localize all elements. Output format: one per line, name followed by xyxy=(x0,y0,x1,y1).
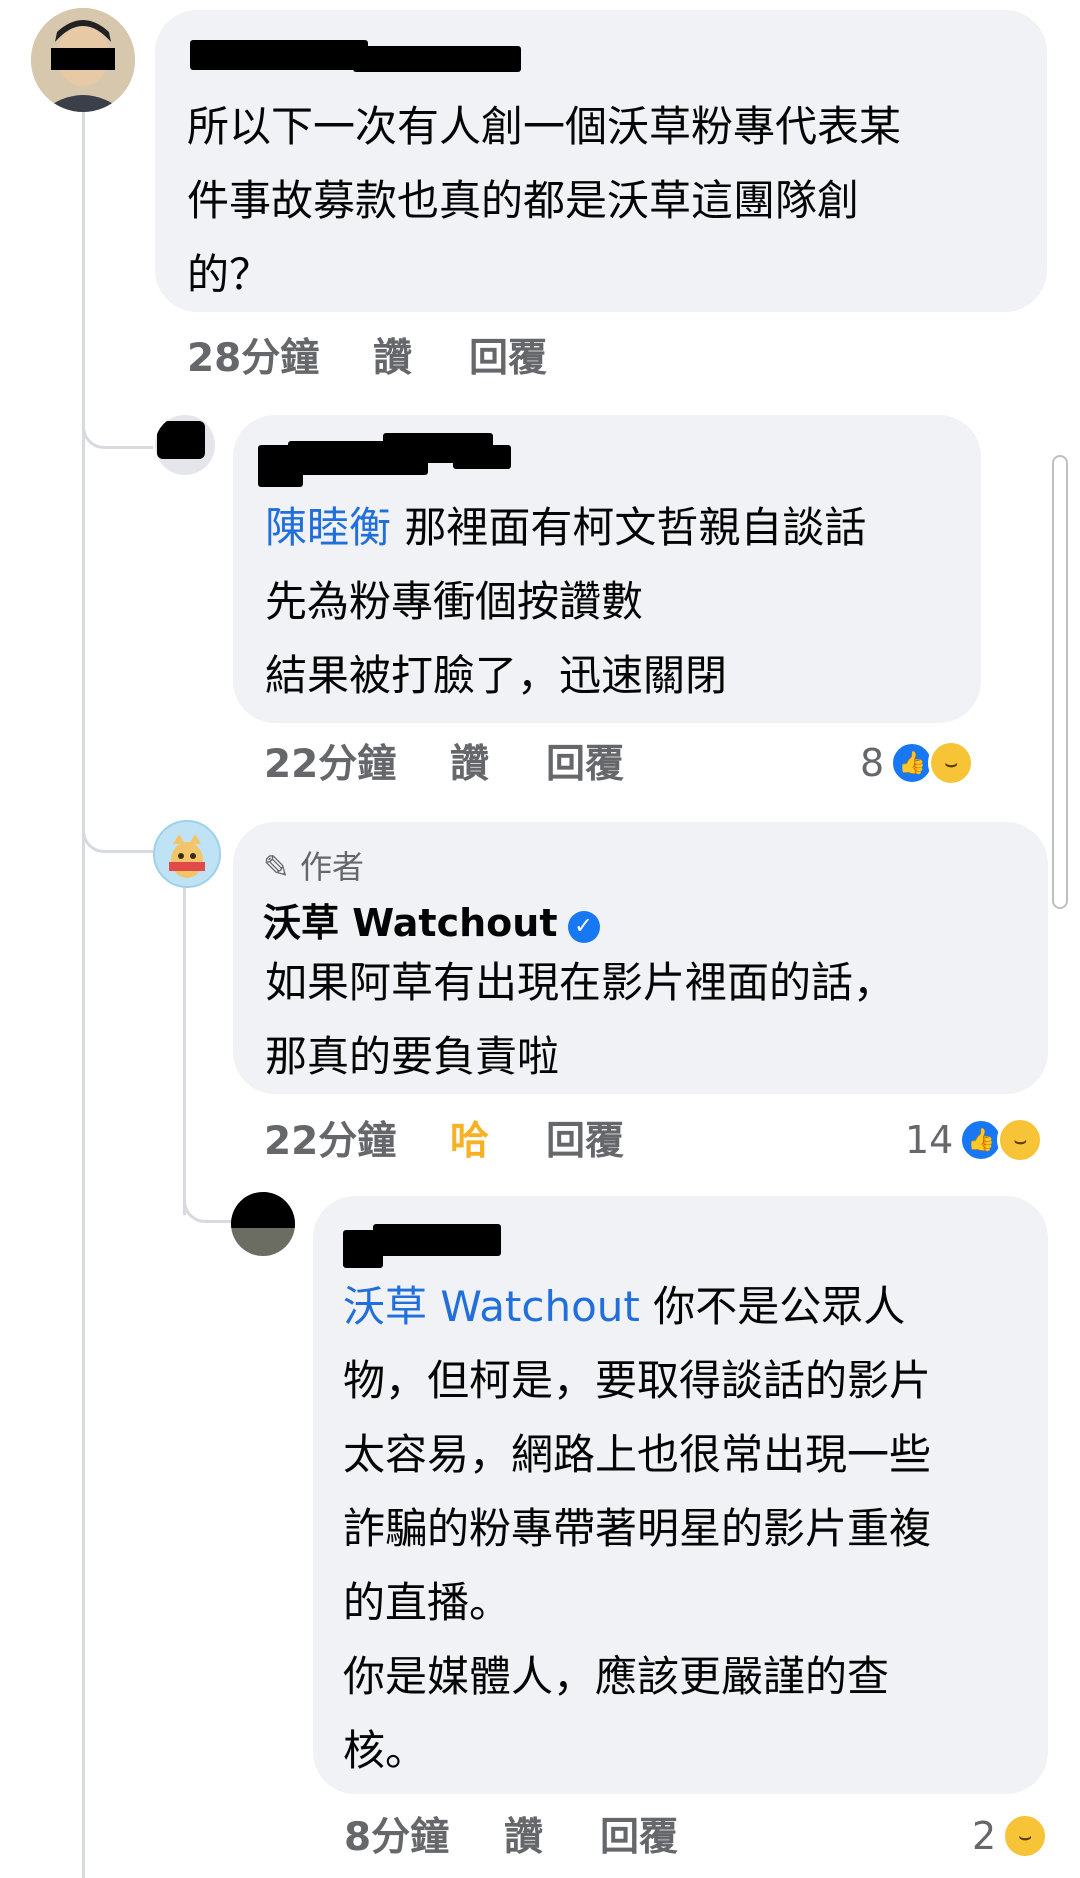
reply-button[interactable]: 回覆 xyxy=(600,1806,678,1862)
comment-actions: 28分鐘 讚 回覆 xyxy=(187,327,687,387)
mention-link[interactable]: 陳睦衡 xyxy=(265,503,391,552)
thread-curve-3 xyxy=(183,1170,234,1223)
comment-actions: 22分鐘 哈 回覆 xyxy=(264,1110,764,1170)
like-button[interactable]: 讚 xyxy=(450,733,489,789)
reply-button[interactable]: 回覆 xyxy=(469,327,547,383)
name-redaction xyxy=(373,1224,501,1256)
timestamp[interactable]: 28分鐘 xyxy=(187,327,319,383)
timestamp[interactable]: 22分鐘 xyxy=(264,733,396,789)
like-button[interactable]: 哈 xyxy=(450,1110,489,1166)
comment-bubble[interactable]: ✎ 作者 沃草 Watchout ✓ 如果阿草有出現在影片裡面的話， 那真的要負責… xyxy=(233,822,1048,1094)
comment-actions: 8分鐘 讚 回覆 xyxy=(344,1806,844,1866)
thread-line-author xyxy=(183,885,186,1215)
comment-bubble[interactable]: 沃草 Watchout 你不是公眾人 物，但柯是，要取得談話的影片 太容易，網路… xyxy=(313,1196,1048,1794)
reaction-summary[interactable]: 14 👍 ⌣ xyxy=(905,1110,1044,1170)
comment-text: 如果阿草有出現在影片裡面的話， 那真的要負責啦 xyxy=(265,958,896,1081)
like-button[interactable]: 讚 xyxy=(373,327,412,383)
name-redaction xyxy=(353,46,521,72)
timestamp[interactable]: 22分鐘 xyxy=(264,1110,396,1166)
scrollbar[interactable] xyxy=(1052,455,1068,909)
avatar[interactable] xyxy=(231,1192,295,1256)
thread-curve-2 xyxy=(82,800,153,853)
comment-text: 所以下一次有人創一個沃草粉專代表某 件事故募款也真的都是沃草這團隊創 的？ xyxy=(187,102,902,299)
page-avatar[interactable] xyxy=(153,820,221,888)
haha-reaction-icon: ⌣ xyxy=(1002,1813,1049,1859)
reaction-summary[interactable]: 2 ⌣ xyxy=(972,1806,1049,1866)
author-name[interactable]: 沃草 Watchout ✓ xyxy=(263,892,600,947)
timestamp[interactable]: 8分鐘 xyxy=(344,1806,449,1862)
comment-bubble[interactable]: 所以下一次有人創一個沃草粉專代表某 件事故募款也真的都是沃草這團隊創 的？ xyxy=(155,10,1047,312)
reaction-count: 8 xyxy=(860,741,885,785)
mention-link[interactable]: 沃草 Watchout xyxy=(343,1282,640,1331)
thread-curve-1 xyxy=(82,400,153,449)
thread-line-main xyxy=(82,108,85,1878)
comment-text: 陳睦衡 那裡面有柯文哲親自談話 先為粉專衝個按讚數 結果被打臉了，迅速關閉 xyxy=(265,503,867,700)
author-badge: ✎ 作者 xyxy=(263,848,364,886)
reaction-count: 14 xyxy=(905,1118,954,1162)
avatar[interactable] xyxy=(155,415,215,475)
reaction-summary[interactable]: 8 👍 ⌣ xyxy=(860,733,975,793)
like-button[interactable]: 讚 xyxy=(504,1806,543,1862)
name-redaction xyxy=(190,40,368,70)
haha-reaction-icon: ⌣ xyxy=(997,1117,1044,1163)
name-redaction xyxy=(453,445,511,469)
comment-bubble[interactable]: 陳睦衡 那裡面有柯文哲親自談話 先為粉專衝個按讚數 結果被打臉了，迅速關閉 xyxy=(233,415,981,723)
verified-badge-icon: ✓ xyxy=(567,911,600,943)
reaction-count: 2 xyxy=(972,1814,997,1858)
haha-reaction-icon: ⌣ xyxy=(928,740,975,786)
pencil-icon: ✎ xyxy=(263,848,290,886)
avatar[interactable] xyxy=(31,8,135,112)
comment-actions: 22分鐘 讚 回覆 xyxy=(264,733,764,793)
reply-button[interactable]: 回覆 xyxy=(546,733,624,789)
reply-button[interactable]: 回覆 xyxy=(546,1110,624,1166)
comment-text: 沃草 Watchout 你不是公眾人 物，但柯是，要取得談話的影片 太容易，網路… xyxy=(343,1282,932,1775)
